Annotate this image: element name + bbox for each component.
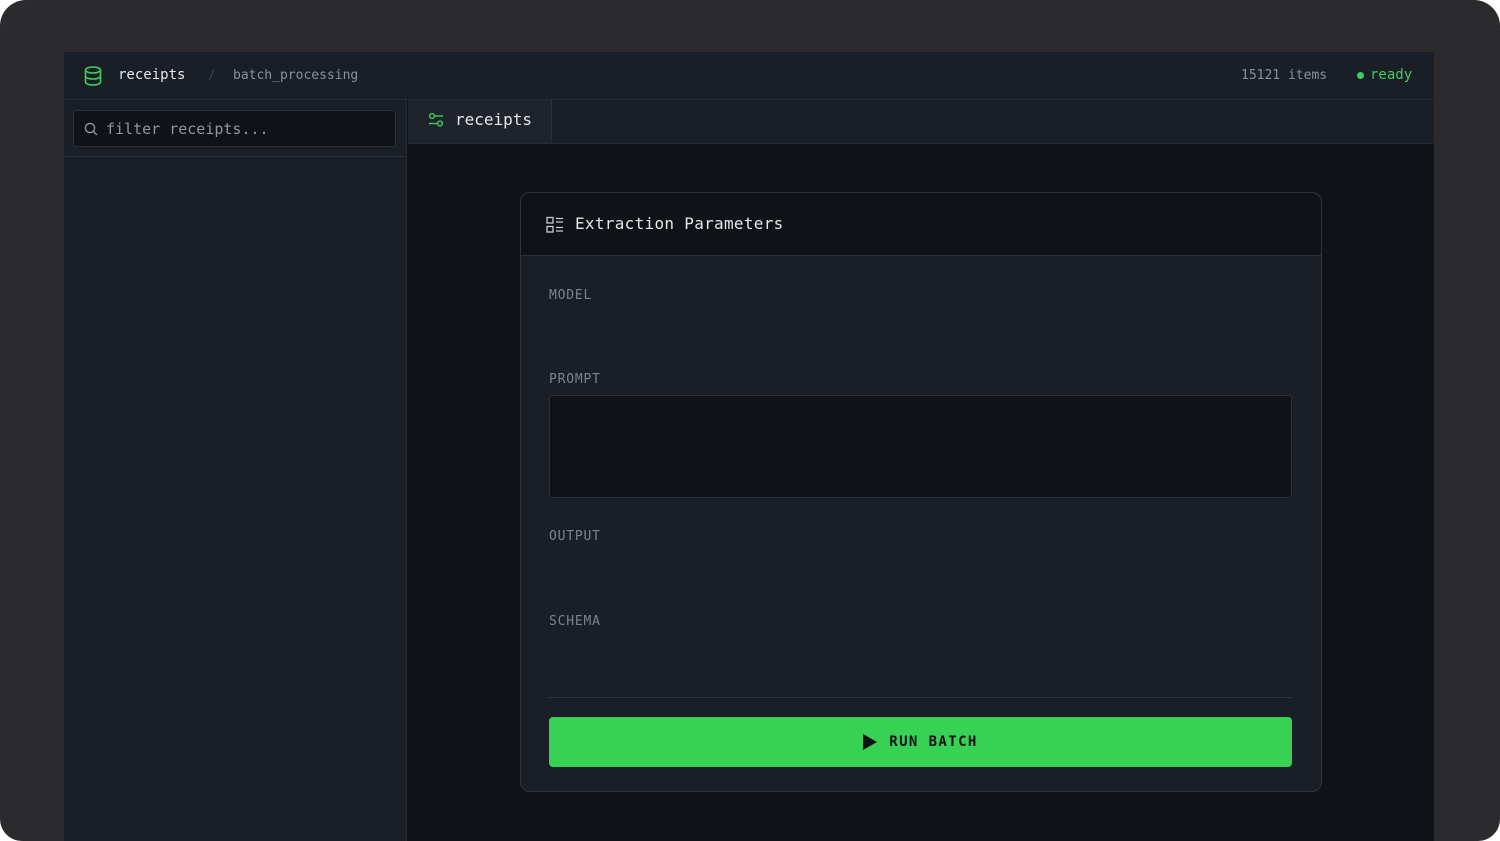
- prompt-textarea[interactable]: [549, 395, 1292, 498]
- search-box[interactable]: [73, 110, 396, 147]
- search-input[interactable]: [106, 116, 386, 142]
- item-count: 15121 items: [1241, 68, 1328, 83]
- breadcrumb-root[interactable]: receipts: [118, 67, 185, 83]
- breadcrumb-separator: /: [208, 68, 216, 83]
- run-batch-button[interactable]: RUN BATCH: [549, 717, 1292, 767]
- top-bar: receipts / batch_processing 15121 items …: [64, 52, 1434, 100]
- search-icon: [84, 122, 98, 136]
- extraction-parameters-card: Extraction Parameters MODEL PROMPT OUTPU…: [520, 192, 1322, 792]
- tab-receipts[interactable]: receipts: [408, 100, 552, 143]
- status-indicator: ready: [1357, 67, 1412, 83]
- model-label: MODEL: [549, 288, 593, 303]
- card-title: Extraction Parameters: [575, 214, 784, 233]
- tab-label: receipts: [455, 110, 533, 129]
- sliders-icon: [428, 112, 444, 127]
- app-window: receipts / batch_processing 15121 items …: [64, 52, 1434, 841]
- status-dot-icon: [1357, 71, 1364, 79]
- schema-label: SCHEMA: [549, 614, 601, 629]
- card-header: Extraction Parameters: [521, 193, 1321, 256]
- form-list-icon: [546, 216, 563, 233]
- search-section: [64, 100, 406, 157]
- tab-bar: receipts: [408, 100, 1434, 144]
- sidebar: [64, 100, 407, 841]
- divider: [549, 697, 1292, 698]
- breadcrumb-leaf[interactable]: batch_processing: [233, 68, 358, 83]
- output-label: OUTPUT: [549, 529, 601, 544]
- status-text: ready: [1370, 67, 1413, 83]
- window-frame: receipts / batch_processing 15121 items …: [0, 0, 1500, 841]
- database-icon: [84, 66, 102, 86]
- prompt-label: PROMPT: [549, 372, 601, 387]
- run-batch-label: RUN BATCH: [889, 734, 978, 750]
- play-icon: [863, 734, 878, 750]
